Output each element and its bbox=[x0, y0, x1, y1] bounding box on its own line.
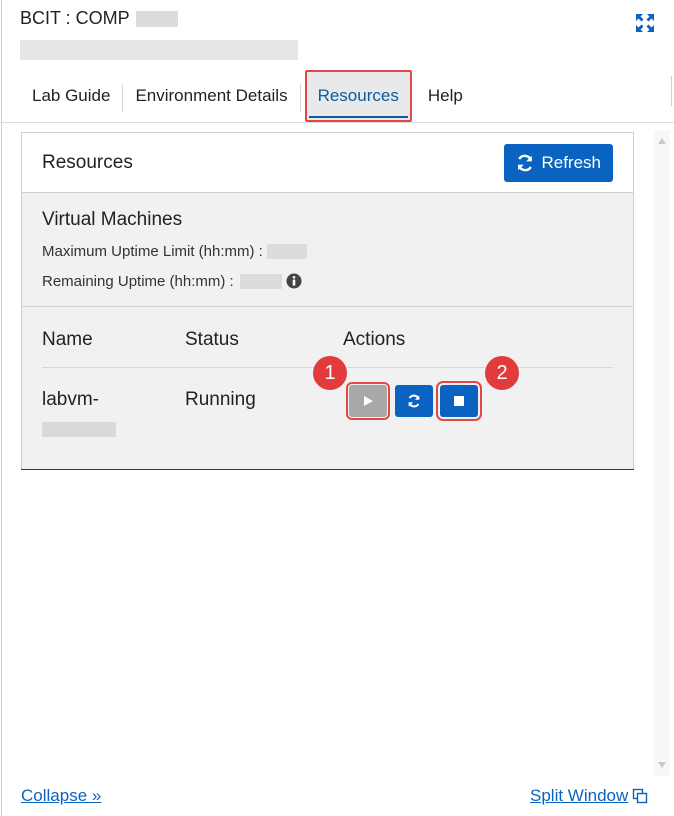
restart-icon bbox=[408, 394, 420, 408]
refresh-button[interactable]: Refresh bbox=[504, 143, 613, 182]
scroll-up-arrow-icon[interactable] bbox=[658, 138, 666, 144]
max-uptime-label: Maximum Uptime Limit (hh:mm) : bbox=[42, 242, 263, 260]
tab-label: Help bbox=[427, 86, 463, 105]
annotation-badge-2: 2 bbox=[485, 356, 519, 390]
refresh-label: Refresh bbox=[541, 152, 601, 172]
vm-status: Running bbox=[185, 389, 256, 410]
tab-label: Environment Details bbox=[135, 86, 288, 105]
lab-title-text: BCIT : COMP bbox=[20, 8, 130, 28]
max-uptime-row: Maximum Uptime Limit (hh:mm) : bbox=[42, 238, 613, 264]
tab-help[interactable]: Help bbox=[416, 70, 475, 122]
column-header-actions: Actions bbox=[343, 329, 406, 350]
vm-heading: Virtual Machines bbox=[42, 209, 183, 230]
tab-bar-divider bbox=[0, 122, 674, 123]
resources-title: Resources bbox=[42, 151, 133, 173]
tab-divider bbox=[299, 84, 301, 112]
scrollbar[interactable] bbox=[654, 130, 670, 776]
info-icon[interactable] bbox=[286, 273, 302, 289]
vm-name: labvm- bbox=[42, 389, 100, 410]
expand-icon[interactable] bbox=[634, 12, 656, 34]
resources-header: Resources Refresh bbox=[22, 133, 633, 193]
vm-info-section: Virtual Machines Maximum Uptime Limit (h… bbox=[22, 193, 633, 307]
play-icon bbox=[364, 396, 373, 406]
resources-panel: Resources Refresh Virtual Machines Maxim… bbox=[21, 132, 634, 470]
split-window-icon bbox=[633, 788, 648, 804]
redacted-max-uptime-value bbox=[266, 243, 307, 259]
tab-label: Lab Guide bbox=[32, 86, 111, 105]
refresh-icon bbox=[518, 154, 533, 171]
stop-icon bbox=[454, 396, 464, 406]
redacted-vm-name-suffix bbox=[42, 422, 116, 437]
tab-environment-details[interactable]: Environment Details bbox=[123, 70, 299, 122]
tab-lab-guide[interactable]: Lab Guide bbox=[20, 70, 122, 122]
remaining-uptime-label: Remaining Uptime (hh:mm) : bbox=[42, 272, 234, 290]
annotation-badge-1: 1 bbox=[313, 356, 347, 390]
redacted-lab-subtitle bbox=[20, 40, 298, 60]
collapse-link[interactable]: Collapse » bbox=[21, 786, 101, 806]
tab-label: Resources bbox=[317, 86, 399, 105]
split-window-label: Split Window bbox=[530, 786, 629, 805]
remaining-uptime-row: Remaining Uptime (hh:mm) : bbox=[42, 268, 613, 294]
tab-resources[interactable]: Resources bbox=[304, 70, 412, 122]
vm-table: Name Status Actions labvm- Running 1 2 bbox=[22, 307, 633, 469]
stop-vm-button[interactable] bbox=[436, 381, 482, 421]
column-header-status: Status bbox=[185, 329, 239, 350]
scroll-down-arrow-icon[interactable] bbox=[658, 762, 666, 768]
split-window-link[interactable]: Split Window bbox=[530, 786, 648, 806]
tab-bar-edge bbox=[671, 76, 672, 106]
lab-title: BCIT : COMP bbox=[20, 8, 178, 29]
redacted-remaining-uptime-value bbox=[239, 273, 282, 289]
redacted-course-code bbox=[135, 10, 178, 27]
start-vm-button[interactable] bbox=[346, 382, 390, 420]
tab-bar: Lab Guide Environment Details Resources … bbox=[20, 70, 475, 122]
column-header-name: Name bbox=[42, 329, 93, 350]
restart-vm-button[interactable] bbox=[395, 385, 433, 417]
